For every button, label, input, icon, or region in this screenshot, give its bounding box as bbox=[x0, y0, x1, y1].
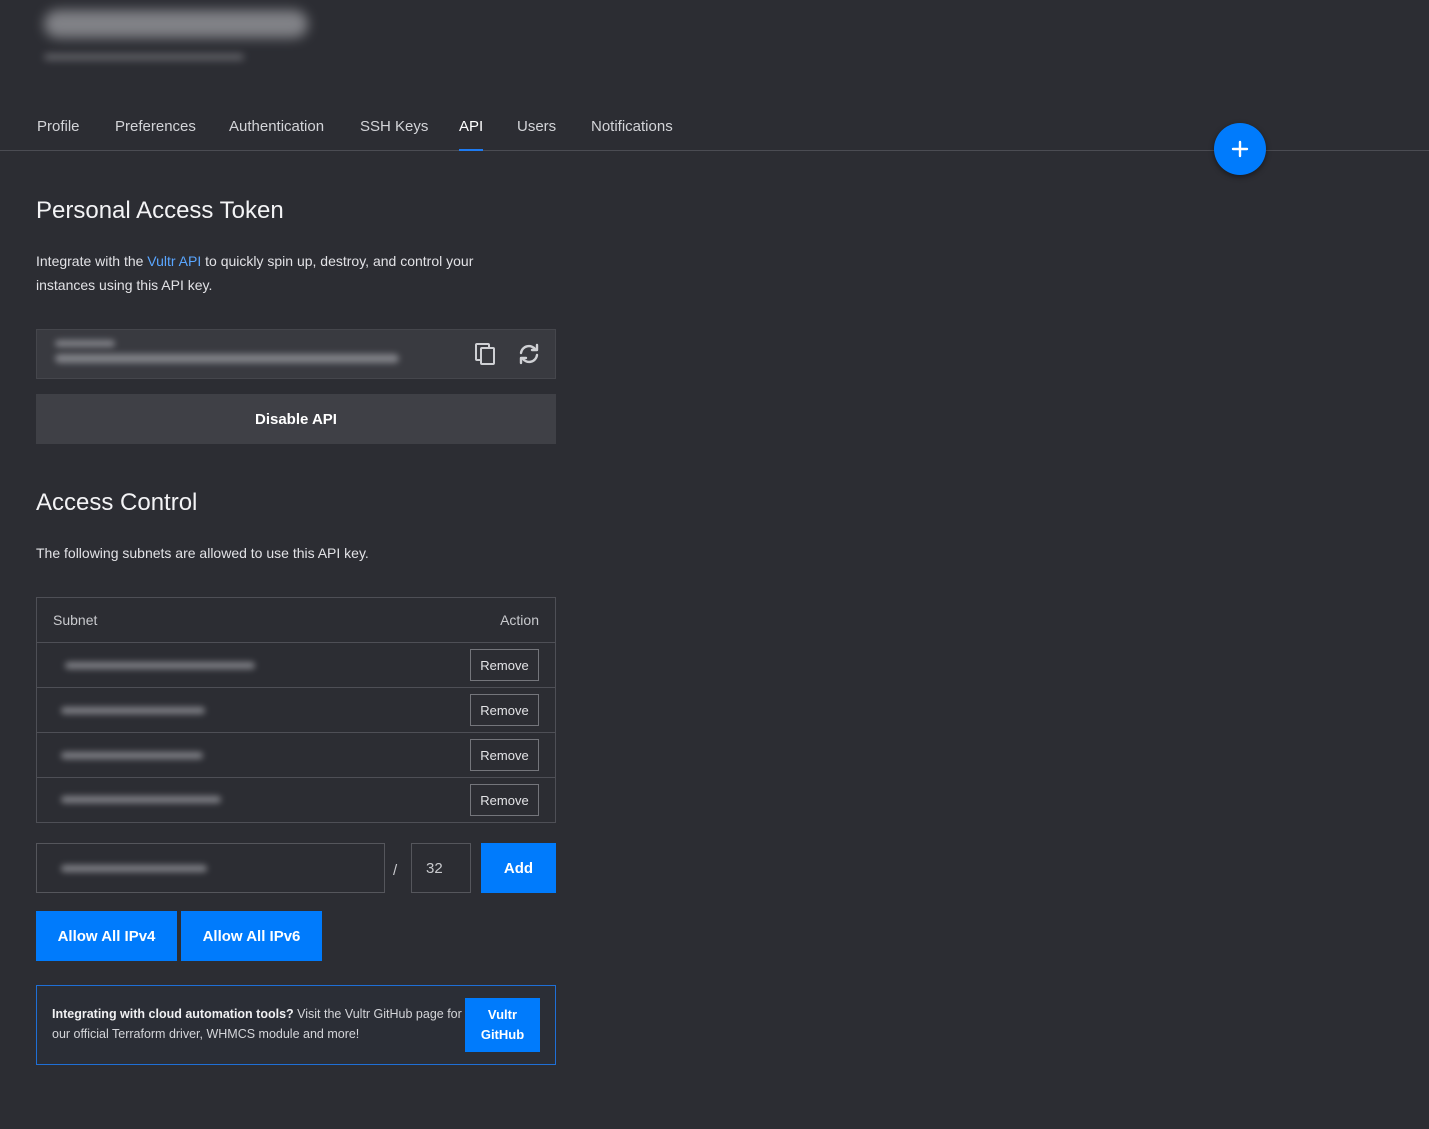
subnet-table-header: Subnet Action bbox=[37, 598, 555, 643]
subnet-redacted bbox=[61, 752, 203, 759]
copy-icon bbox=[475, 343, 495, 365]
subnet-input-redacted bbox=[61, 865, 207, 872]
subnet-redacted bbox=[61, 796, 221, 803]
tab-authentication[interactable]: Authentication bbox=[229, 118, 324, 151]
remove-subnet-button[interactable]: Remove bbox=[470, 649, 539, 681]
tab-profile[interactable]: Profile bbox=[37, 118, 80, 151]
api-key-field[interactable] bbox=[36, 329, 556, 379]
copy-key-button[interactable] bbox=[471, 340, 499, 368]
api-key-redacted bbox=[55, 354, 399, 363]
account-name-redacted bbox=[44, 10, 308, 38]
add-subnet-button[interactable]: Add bbox=[481, 843, 556, 893]
column-action: Action bbox=[500, 612, 539, 628]
table-row: Remove bbox=[37, 688, 555, 733]
subnet-redacted bbox=[65, 662, 255, 669]
notice-text: Integrating with cloud automation tools?… bbox=[52, 1004, 462, 1044]
remove-subnet-button[interactable]: Remove bbox=[470, 694, 539, 726]
allow-all-ipv6-button[interactable]: Allow All IPv6 bbox=[181, 911, 322, 961]
tab-ssh-keys[interactable]: SSH Keys bbox=[360, 118, 428, 151]
add-button[interactable] bbox=[1214, 123, 1266, 175]
access-control-title: Access Control bbox=[36, 489, 198, 516]
tab-users[interactable]: Users bbox=[517, 118, 556, 151]
table-row: Remove bbox=[37, 778, 555, 823]
regenerate-key-button[interactable] bbox=[515, 340, 543, 368]
vultr-api-link[interactable]: Vultr API bbox=[147, 253, 201, 269]
tab-preferences[interactable]: Preferences bbox=[115, 118, 196, 151]
plus-icon bbox=[1231, 140, 1249, 158]
mask-separator: / bbox=[393, 862, 398, 879]
vultr-github-button[interactable]: Vultr GitHub bbox=[465, 998, 540, 1052]
allow-all-ipv4-button[interactable]: Allow All IPv4 bbox=[36, 911, 177, 961]
automation-tools-notice: Integrating with cloud automation tools?… bbox=[36, 985, 556, 1065]
remove-subnet-button[interactable]: Remove bbox=[470, 784, 539, 816]
token-description-prefix: Integrate with the bbox=[36, 253, 148, 269]
notice-bold-text: Integrating with cloud automation tools? bbox=[52, 1007, 294, 1021]
remove-subnet-button[interactable]: Remove bbox=[470, 739, 539, 771]
table-row: Remove bbox=[37, 643, 555, 688]
refresh-icon bbox=[519, 343, 539, 365]
account-subtitle-redacted bbox=[44, 54, 244, 60]
token-section-title: Personal Access Token bbox=[36, 197, 284, 224]
account-api-page: Profile Preferences Authentication SSH K… bbox=[0, 0, 1429, 1129]
tab-notifications[interactable]: Notifications bbox=[591, 118, 673, 151]
subnet-redacted bbox=[61, 707, 205, 714]
column-subnet: Subnet bbox=[53, 612, 98, 628]
subnet-input[interactable] bbox=[36, 843, 385, 893]
token-description: Integrate with the Vultr API to quickly … bbox=[36, 249, 516, 297]
api-key-redacted-top bbox=[55, 340, 115, 347]
disable-api-button[interactable]: Disable API bbox=[36, 394, 556, 444]
subnet-table: Subnet Action Remove Remove Remove Remov… bbox=[36, 597, 556, 823]
tab-api[interactable]: API bbox=[459, 118, 484, 151]
subnet-mask-input[interactable] bbox=[411, 843, 471, 893]
table-row: Remove bbox=[37, 733, 555, 778]
access-control-description: The following subnets are allowed to use… bbox=[36, 545, 369, 561]
